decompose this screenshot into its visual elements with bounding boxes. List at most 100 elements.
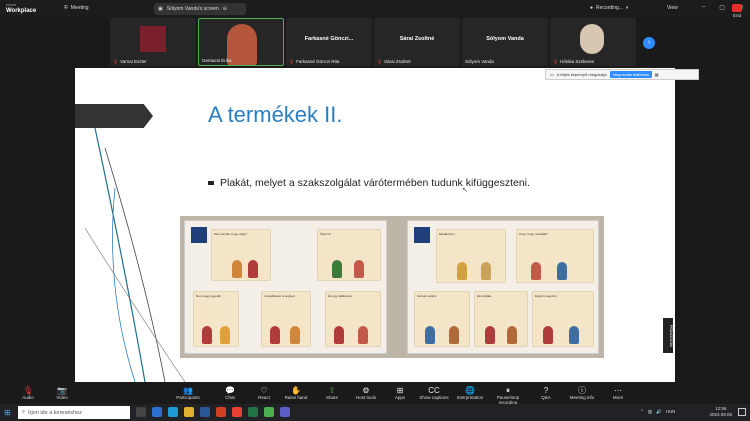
chat-icon: 💬 <box>225 386 235 395</box>
toolbar-pause-stop-recording-button[interactable]: ⏸ Pause/stop recording <box>490 386 526 405</box>
react-icon: ♡ <box>260 386 268 395</box>
toolbar-label: Share <box>325 395 338 400</box>
mic-off-icon: 🎙 <box>377 59 383 64</box>
poster-board-right: Mindjárt jön Anya, hogy mondják? Kérnék … <box>407 220 599 354</box>
mic-off-icon: 🎙 <box>553 59 559 64</box>
participant-tile[interactable]: Sólyom Vanda Sólyom Vanda <box>462 18 548 66</box>
toolbar-host-tools-button[interactable]: ⚙ Host tools <box>348 386 384 400</box>
toolbar-label: Apps <box>394 395 406 400</box>
windows-taskbar: ⊞ ⌕ Írjon ide a kereséshez ⌃ ▥ 🔊 HUN 12:56 20… <box>0 404 750 421</box>
meeting-info-icon: ⓘ <box>578 386 586 395</box>
meeting-menu[interactable]: ⛨ Meeting <box>64 5 89 11</box>
poster-image: Szia, Emília, hogy vagy? Ülész itt Nem v… <box>180 216 604 358</box>
network-icon[interactable]: ▥ <box>648 409 652 415</box>
chrome-icon[interactable] <box>232 407 242 417</box>
toolbar-react-button[interactable]: ♡ React <box>246 386 282 400</box>
toolbar-label: Host tools <box>355 395 376 400</box>
toolbar-chat-button[interactable]: 💬 Chat <box>212 386 248 400</box>
volume-icon[interactable]: 🔊 <box>656 409 662 415</box>
window-titlebar: zoom Workplace ⛨ Meeting ▣ Sólyom Vanda's s… <box>0 0 750 18</box>
video-icon: 📷 <box>57 386 67 395</box>
view-button[interactable]: View <box>667 5 678 11</box>
edge-icon[interactable] <box>168 407 178 417</box>
mic-off-icon: 🎙 <box>113 59 119 64</box>
taskbar-apps <box>136 407 290 417</box>
logo-image <box>140 26 166 52</box>
stop-share-button[interactable]: Megosztás leállítása <box>609 71 652 78</box>
logo-icon <box>191 227 207 243</box>
apps-icon: ⊞ <box>396 386 404 395</box>
logo-icon <box>414 227 430 243</box>
toolbar-show-captions-button[interactable]: CC Show captions <box>416 386 452 400</box>
toolbar-meeting-info-button[interactable]: ⓘ Meeting info <box>564 386 600 400</box>
toolbar-audio-button[interactable]: 🎙 Audio <box>10 386 46 400</box>
share-control-bar: ▭ A teljes képernyő megosztja Megosztás le… <box>545 69 699 80</box>
toolbar-interpretation-button[interactable]: 🌐 Interpretation <box>452 386 488 400</box>
slide-title: A termékek II. <box>208 102 343 127</box>
search-icon: ⌕ <box>22 409 26 415</box>
toolbar-video-button[interactable]: 📷 Video <box>44 386 80 400</box>
teams-icon[interactable] <box>280 407 290 417</box>
slide-bullet: Plakát, melyet a szakszolgálat várótermé… <box>208 177 530 189</box>
end-icon <box>732 4 742 12</box>
toolbar-label: More <box>612 395 624 400</box>
pause-icon: ⏸ <box>626 5 629 11</box>
shared-screen: ▭ A teljes képernyő megosztja Megosztás le… <box>75 68 699 382</box>
settings-icon[interactable]: ▦ <box>655 72 659 77</box>
side-label: PEDAGÓGIAI <box>663 318 673 353</box>
next-participants-button[interactable]: › <box>643 37 655 49</box>
toolbar-label: Interpretation <box>456 395 484 400</box>
minimize-icon[interactable]: – <box>702 4 705 11</box>
toolbar-label: Audio <box>22 395 34 400</box>
host-tools-icon: ⚙ <box>362 386 370 395</box>
meeting-toolbar: 🎙 Audio 📷 Video 👥 Participants 💬 Chat ♡ React ✋ Rai… <box>0 382 750 405</box>
mouse-cursor: ↖ <box>462 187 468 194</box>
participant-tile[interactable]: Sárai Zsoltné 🎙 Sárai Zsoltné <box>374 18 460 66</box>
toolbar-raise-hand-button[interactable]: ✋ Raise hand <box>278 386 314 400</box>
participant-tile[interactable]: 🎙 Hőnika Szekeres <box>550 18 636 66</box>
toolbar-participants-button[interactable]: 👥 Participants <box>170 386 206 400</box>
participant-video <box>580 24 604 54</box>
screen-icon: ▣ <box>158 6 163 12</box>
toolbar-apps-button[interactable]: ⊞ Apps <box>382 386 418 400</box>
toolbar-label: Raise hand <box>284 395 308 400</box>
excel-icon[interactable] <box>248 407 258 417</box>
app-brand: zoom Workplace <box>6 2 37 14</box>
participant-strip: 🎙 Varnai Eszter Gernacsi Erika Farkasné G… <box>110 18 638 68</box>
toolbar-label: Show captions <box>419 395 449 400</box>
maximize-icon[interactable]: ▢ <box>719 4 725 11</box>
clock[interactable]: 12:56 2023.09.05 <box>709 406 732 418</box>
toolbar-label: Meeting info <box>569 395 595 400</box>
participant-tile-active[interactable]: Gernacsi Erika <box>198 18 284 66</box>
zoom-app-icon[interactable] <box>152 407 162 417</box>
recording-indicator[interactable]: ● Recording... ⏸ <box>590 5 629 11</box>
app-icon[interactable] <box>264 407 274 417</box>
word-icon[interactable] <box>200 407 210 417</box>
participant-tile[interactable]: 🎙 Varnai Eszter <box>110 18 196 66</box>
taskbar-search-input[interactable]: ⌕ Írjon ide a kereséshez <box>18 406 130 419</box>
participant-tile[interactable]: Farkasné Gönczi... 🎙 Farkasné Gönczi Rita <box>286 18 372 66</box>
more-icon: ⋯ <box>614 386 622 395</box>
windows-start-icon[interactable]: ⊞ <box>4 408 11 417</box>
lang-indicator[interactable]: HUN <box>666 409 676 415</box>
toolbar-q-a-button[interactable]: ? Q&A <box>528 386 564 400</box>
share-icon: ▭ <box>550 72 554 77</box>
mic-off-icon: 🎙 <box>289 59 295 64</box>
participants-icon: 👥 <box>183 386 193 395</box>
q-a-icon: ? <box>543 386 549 395</box>
task-view-icon[interactable] <box>136 407 146 417</box>
powerpoint-icon[interactable] <box>216 407 226 417</box>
notification-icon[interactable] <box>738 408 746 416</box>
chevron-up-icon[interactable]: ⌃ <box>640 409 644 415</box>
explorer-icon[interactable] <box>184 407 194 417</box>
share-icon: ⇧ <box>328 386 336 395</box>
toolbar-label: Chat <box>225 395 235 400</box>
toolbar-more-button[interactable]: ⋯ More <box>600 386 636 400</box>
pause-stop-recording-icon: ⏸ <box>506 386 510 395</box>
screen-share-pill[interactable]: ▣ Sólyom Vanda's screen ⊖ <box>154 3 246 15</box>
avatar-icon: ● <box>590 5 594 11</box>
toolbar-share-button[interactable]: ⇧ Share <box>314 386 350 400</box>
toolbar-label: Participants <box>176 395 200 400</box>
end-button[interactable]: End <box>732 4 742 18</box>
poster-board-left: Szia, Emília, hogy vagy? Ülész itt Nem v… <box>184 220 387 354</box>
